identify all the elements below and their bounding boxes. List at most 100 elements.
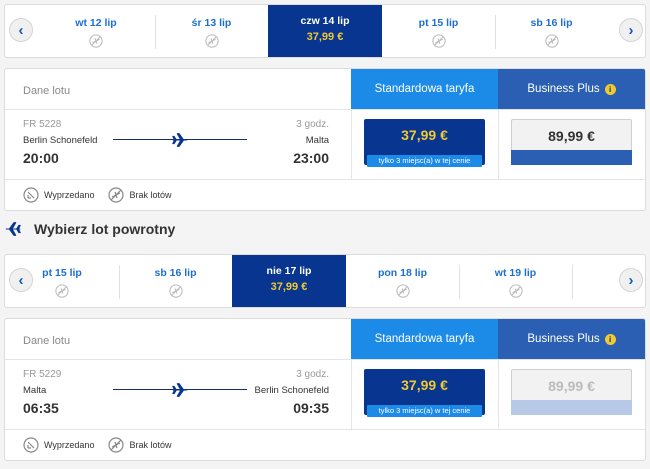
date-tab[interactable]: wt 19 lip [459, 255, 572, 307]
business-plus-label: Business Plus [527, 83, 600, 95]
standard-fare-price: 37,99 € [401, 127, 448, 143]
business-fare-bar [511, 150, 632, 165]
divider [498, 109, 499, 179]
flight-duration: 3 godz. [296, 119, 329, 130]
date-tab[interactable]: pt 15 lip [382, 5, 495, 57]
tab-business-plus[interactable]: Business Plus i [498, 319, 645, 359]
prev-dates-button[interactable]: ‹ [9, 18, 33, 42]
legend-no-flights: Brak lotów [108, 437, 171, 453]
date-tab-label: śr 13 lip [191, 17, 232, 29]
date-tab-label: pon 18 lip [377, 267, 427, 279]
legend-sold-out-label: Wyprzedano [44, 440, 95, 450]
sold-out-icon [23, 437, 39, 453]
legend-no-flights: Brak lotów [108, 187, 171, 203]
chevron-right-icon: › [628, 21, 634, 39]
departure-time: 06:35 [23, 400, 59, 416]
date-tab[interactable]: pt 15 lip [5, 255, 119, 307]
divider [5, 429, 645, 430]
plane-icon [172, 133, 188, 147]
flight-duration: 3 godz. [296, 369, 329, 380]
legend-sold-out-label: Wyprzedano [44, 190, 95, 200]
date-tab[interactable]: śr 13 lip [155, 5, 268, 57]
date-tab-label: nie 17 lip [266, 265, 312, 277]
flight-number: FR 5229 [23, 369, 62, 380]
date-tab-label: wt 19 lip [494, 267, 537, 279]
divider [5, 359, 645, 360]
origin-airport: Malta [23, 385, 47, 396]
return-section-header: Wybierz lot powrotny [4, 220, 175, 238]
business-fare-price: 89,99 € [548, 128, 595, 144]
business-fare-price: 89,99 € [548, 378, 595, 394]
date-tab-label: pt 15 lip [418, 17, 459, 29]
tab-standard-fare[interactable]: Standardowa taryfa [351, 319, 498, 359]
next-dates-button[interactable]: › [619, 18, 643, 42]
legend-no-flights-label: Brak lotów [129, 440, 172, 450]
no-flight-icon [168, 284, 183, 298]
tab-business-plus[interactable]: Business Plus i [498, 69, 645, 109]
divider [351, 359, 352, 429]
legend-no-flights-label: Brak lotów [129, 190, 172, 200]
plane-icon [172, 383, 188, 397]
no-flight-icon [544, 34, 559, 48]
date-tab-selected[interactable]: czw 14 lip 37,99 € [268, 5, 382, 57]
legend: Wyprzedano Brak lotów [23, 437, 185, 453]
tab-standard-fare[interactable]: Standardowa taryfa [351, 69, 498, 109]
date-tab-label: pt 15 lip [42, 267, 82, 279]
date-tab[interactable]: sb 16 lip [119, 255, 232, 307]
date-tab-selected[interactable]: nie 17 lip 37,99 € [232, 255, 346, 307]
outbound-flight-card: Dane lotu Standardowa taryfa Business Pl… [4, 68, 646, 211]
return-section-title: Wybierz lot powrotny [34, 221, 176, 237]
next-dates-button[interactable]: › [619, 268, 643, 292]
plane-icon [5, 222, 21, 236]
date-tab[interactable]: sb 16 lip [495, 5, 608, 57]
no-flight-icon [55, 284, 69, 298]
date-tab-price: 37,99 € [270, 281, 308, 293]
date-tab-label: czw 14 lip [300, 15, 350, 27]
chevron-left-icon: ‹ [18, 21, 24, 39]
no-flight-icon [108, 437, 125, 453]
business-fare-button[interactable]: 89,99 € [511, 369, 632, 415]
divider [5, 179, 645, 180]
divider [5, 109, 645, 110]
chevron-right-icon: › [628, 271, 634, 289]
standard-fare-button[interactable]: 37,99 € tylko 3 miejsc(a) w tej cenie [364, 369, 485, 417]
outbound-date-strip: ‹ wt 12 lip śr 13 lip czw 14 lip 37,99 €… [4, 4, 646, 58]
info-icon[interactable]: i [604, 333, 616, 345]
destination-airport: Malta [305, 135, 329, 146]
flight-number: FR 5228 [23, 119, 62, 130]
info-icon[interactable]: i [604, 83, 616, 95]
return-flight-card: Dane lotu Standardowa taryfa Business Pl… [4, 318, 646, 461]
no-flight-icon [395, 284, 410, 298]
business-fare-bar [511, 400, 632, 415]
return-date-strip: ‹ pt 15 lip sb 16 lip nie 17 lip 37,99 €… [4, 254, 646, 308]
divider [498, 359, 499, 429]
legend-sold-out: Wyprzedano [23, 437, 94, 453]
date-tab[interactable]: pon 18 lip [346, 255, 459, 307]
divider [351, 109, 352, 179]
origin-airport: Berlin Schonefeld [23, 135, 98, 146]
date-tab-label: wt 12 lip [75, 17, 117, 29]
date-tab-label: sb 16 lip [154, 267, 197, 279]
seats-left-note: tylko 3 miejsc(a) w tej cenie [367, 155, 482, 167]
date-tab-price: 37,99 € [306, 31, 344, 43]
no-flight-icon [431, 34, 446, 48]
arrival-time: 09:35 [293, 400, 329, 416]
flight-details-header: Dane lotu [23, 85, 71, 97]
business-fare-button[interactable]: 89,99 € [511, 119, 632, 165]
no-flight-icon [508, 284, 523, 298]
date-tab[interactable]: wt 12 lip [37, 5, 155, 57]
legend: Wyprzedano Brak lotów [23, 187, 185, 203]
arrival-time: 23:00 [293, 150, 329, 166]
legend-sold-out: Wyprzedano [23, 187, 94, 203]
business-plus-label: Business Plus [527, 333, 600, 345]
no-flight-icon [108, 187, 125, 203]
divider [572, 265, 573, 299]
no-flight-icon [89, 34, 103, 48]
no-flight-icon [204, 34, 219, 48]
destination-airport: Berlin Schonefeld [254, 385, 329, 396]
flight-details-header: Dane lotu [23, 335, 71, 347]
date-tab-label: sb 16 lip [530, 17, 573, 29]
departure-time: 20:00 [23, 150, 59, 166]
standard-fare-button[interactable]: 37,99 € tylko 3 miejsc(a) w tej cenie [364, 119, 485, 167]
seats-left-note: tylko 3 miejsc(a) w tej cenie [367, 405, 482, 417]
